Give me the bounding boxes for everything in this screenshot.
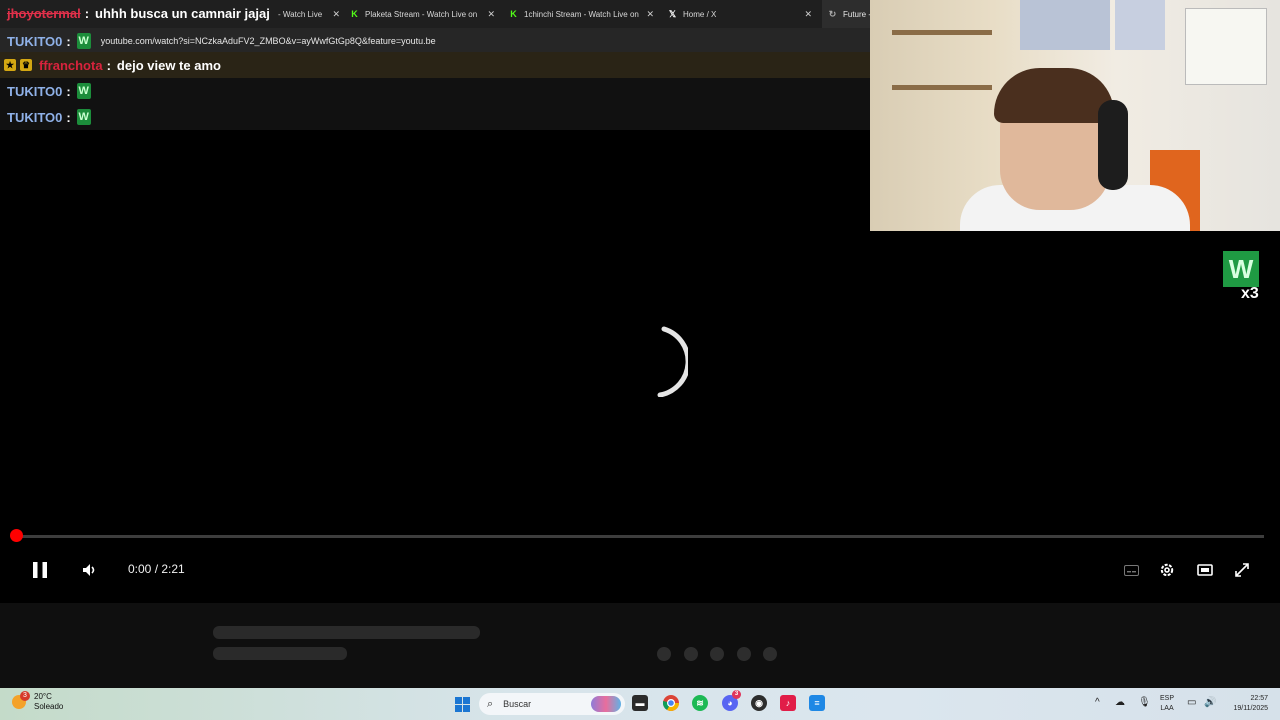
webcam-feed xyxy=(870,0,1280,231)
chat-separator: : xyxy=(66,109,71,125)
start-button[interactable] xyxy=(455,697,470,712)
notepad-icon: ≡ xyxy=(814,698,820,708)
task-view-icon: ▬ xyxy=(635,698,645,708)
windows-logo-icon xyxy=(455,697,462,704)
w-emote-icon: W xyxy=(76,83,91,99)
notification-badge: 3 xyxy=(20,691,30,701)
w-emote-icon: W xyxy=(76,109,91,125)
chat-username: TUKITO0 xyxy=(7,83,63,99)
chat-text: youtube.com/watch?si=NCzkaAduFV2_ZMBO&v=… xyxy=(100,36,436,46)
lang-bottom: LAA xyxy=(1160,705,1174,712)
emote-multiplier: x3 xyxy=(1241,285,1259,302)
weather-widget[interactable]: 3 20°C Soleado xyxy=(12,691,64,712)
obs-icon: ◉ xyxy=(755,697,763,708)
pause-icon xyxy=(33,562,47,578)
chat-separator: : xyxy=(66,33,71,49)
expand-icon xyxy=(1235,563,1249,577)
system-clock[interactable]: 22:57 19/11/2025 xyxy=(1226,694,1268,714)
chrome-app[interactable] xyxy=(663,695,679,711)
discord-icon: ◕ xyxy=(727,698,733,708)
skeleton-dot xyxy=(657,647,671,661)
drawing xyxy=(1185,8,1267,85)
video-info-skeleton xyxy=(0,603,1280,688)
headset xyxy=(1098,100,1128,190)
w-emote-icon: W xyxy=(1223,251,1259,287)
w-emote-combo: W x3 xyxy=(1223,251,1259,303)
clock-time: 22:57 xyxy=(1250,695,1268,702)
chat-separator: : xyxy=(84,5,90,21)
weather-temp: 20°C xyxy=(34,692,52,701)
chrome-icon xyxy=(663,695,679,711)
skeleton-subtitle xyxy=(213,647,347,660)
subtitles-button[interactable] xyxy=(1121,559,1141,581)
chat-message: TUKITO0 : W xyxy=(0,78,870,104)
time-display: 0:00 / 2:21 xyxy=(128,562,185,576)
poster xyxy=(1115,0,1165,50)
skeleton-dot xyxy=(737,647,751,661)
chat-text: dejo view te amo xyxy=(116,57,221,73)
chat-username: TUKITO0 xyxy=(7,109,63,125)
chat-message: jhoyotermal : uhhh busca un camnair jaja… xyxy=(0,0,870,26)
chat-text: uhhh busca un camnair jajaj xyxy=(95,5,270,21)
crown-badge-icon: ♛ xyxy=(20,59,32,71)
search-placeholder: Buscar xyxy=(503,699,532,709)
search-icon: ⌕ xyxy=(487,697,494,710)
skeleton-dot xyxy=(684,647,698,661)
shelf xyxy=(892,85,992,90)
skeleton-title xyxy=(213,626,480,639)
volume-button[interactable] xyxy=(80,559,100,581)
task-view-button[interactable]: ▬ xyxy=(632,695,648,711)
shelf xyxy=(892,30,992,35)
theater-icon xyxy=(1197,564,1213,576)
notification-badge: 3 xyxy=(732,690,741,699)
chat-message: TUKITO0 : W youtube.com/watch?si=NCzkaAd… xyxy=(0,28,870,54)
subtitles-icon xyxy=(1123,564,1139,576)
chat-username: ffranchota xyxy=(39,57,103,73)
gear-icon xyxy=(1160,563,1174,577)
tiktok-icon: ♪ xyxy=(785,698,791,708)
speaker-icon[interactable]: 🔊 xyxy=(1204,697,1216,708)
badge-icon: ★ xyxy=(4,59,16,71)
weather-desc: Soleado xyxy=(34,702,64,711)
settings-button[interactable] xyxy=(1157,559,1177,581)
loading-spinner-icon xyxy=(657,326,688,397)
volume-icon xyxy=(83,564,95,576)
tiktok-app[interactable]: ♪ xyxy=(780,695,796,711)
chat-username: TUKITO0 xyxy=(7,33,63,49)
notepad-app[interactable]: ≡ xyxy=(809,695,825,711)
obs-app[interactable]: ◉ xyxy=(751,695,767,711)
skeleton-dot xyxy=(710,647,724,661)
streamer-hair xyxy=(994,68,1114,123)
lang-top: ESP xyxy=(1160,695,1175,702)
scrubber-handle[interactable] xyxy=(10,529,23,542)
network-tray-icon[interactable]: ☁ xyxy=(1115,697,1125,708)
chat-separator: : xyxy=(66,83,71,99)
chat-message: ★ ♛ ffranchota : dejo view te amo xyxy=(0,52,870,78)
sun-icon: 3 xyxy=(12,691,30,709)
spotify-icon: ≋ xyxy=(696,697,704,708)
fullscreen-button[interactable] xyxy=(1232,559,1252,581)
tray-overflow-icon[interactable]: ^ xyxy=(1095,697,1100,708)
display-icon[interactable]: ▭ xyxy=(1187,697,1196,708)
search-highlight-art xyxy=(591,696,621,712)
chat-username: jhoyotermal xyxy=(7,5,81,21)
microphone-icon[interactable]: 🎙 xyxy=(1138,697,1151,708)
theater-mode-button[interactable] xyxy=(1195,559,1215,581)
w-emote-icon: W xyxy=(76,33,91,49)
skeleton-dot xyxy=(763,647,777,661)
pause-button[interactable] xyxy=(30,559,50,581)
discord-app[interactable]: ◕ 3 xyxy=(722,690,741,711)
chat-message: TUKITO0 : W xyxy=(0,104,870,130)
poster xyxy=(1020,0,1110,50)
clock-date: 19/11/2025 xyxy=(1233,705,1268,712)
chat-separator: : xyxy=(106,57,111,73)
spotify-app[interactable]: ≋ xyxy=(692,695,708,711)
search-box[interactable]: ⌕ Buscar xyxy=(479,693,625,715)
progress-bar[interactable] xyxy=(16,535,1264,538)
language-indicator[interactable]: ESP LAA xyxy=(1160,694,1174,714)
